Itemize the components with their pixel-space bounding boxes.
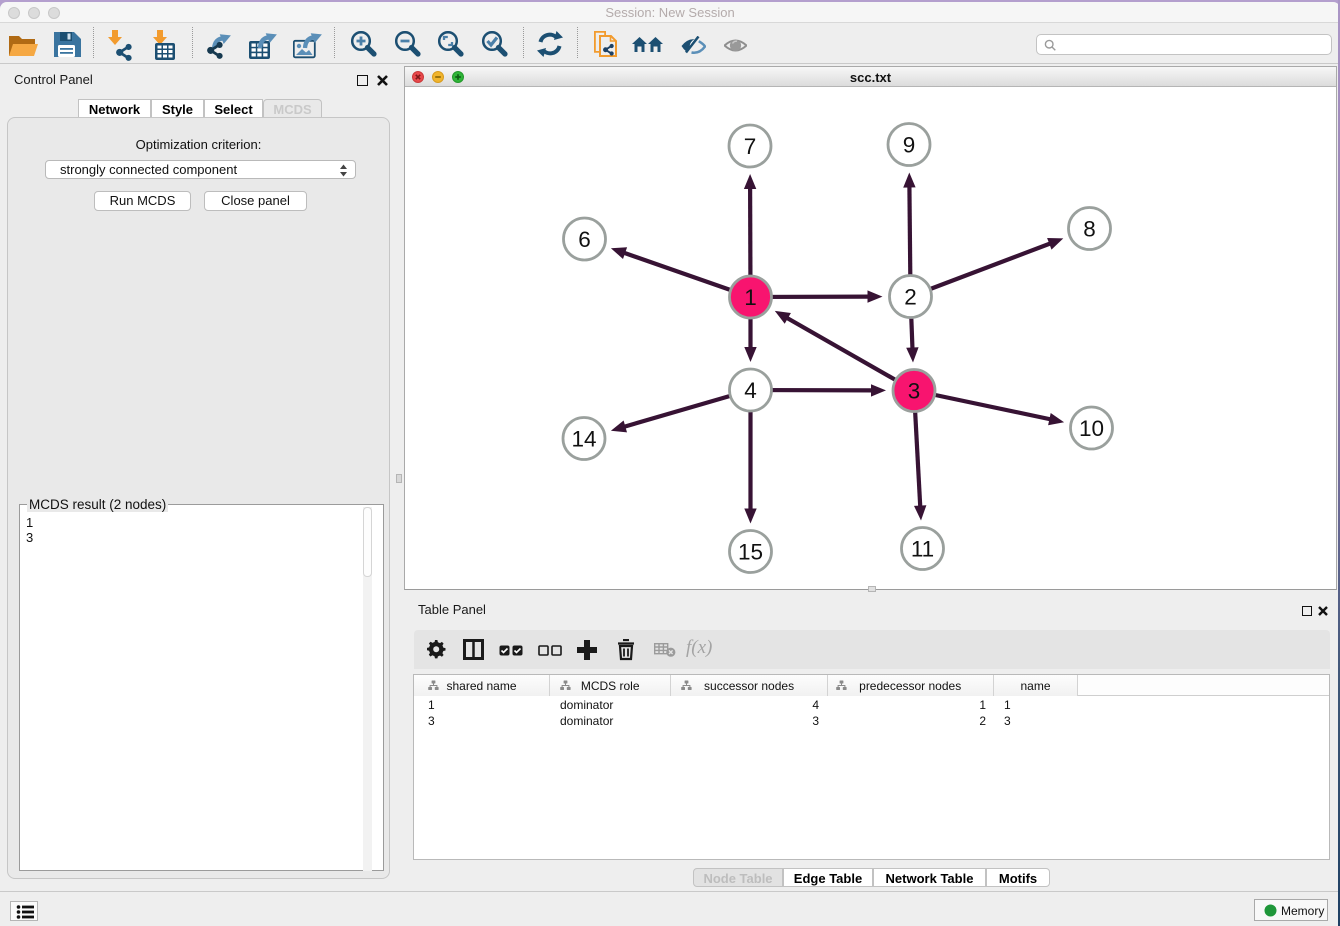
svg-text:4: 4 xyxy=(744,378,757,403)
svg-text:10: 10 xyxy=(1079,416,1104,441)
svg-text:6: 6 xyxy=(578,227,591,252)
svg-text:8: 8 xyxy=(1083,216,1096,241)
svg-text:2: 2 xyxy=(904,284,917,309)
svg-text:3: 3 xyxy=(908,378,921,403)
svg-text:14: 14 xyxy=(571,426,596,451)
svg-text:15: 15 xyxy=(738,539,763,564)
svg-text:11: 11 xyxy=(911,536,934,561)
svg-text:1: 1 xyxy=(744,285,757,310)
svg-text:7: 7 xyxy=(744,134,757,159)
svg-text:9: 9 xyxy=(903,132,916,157)
